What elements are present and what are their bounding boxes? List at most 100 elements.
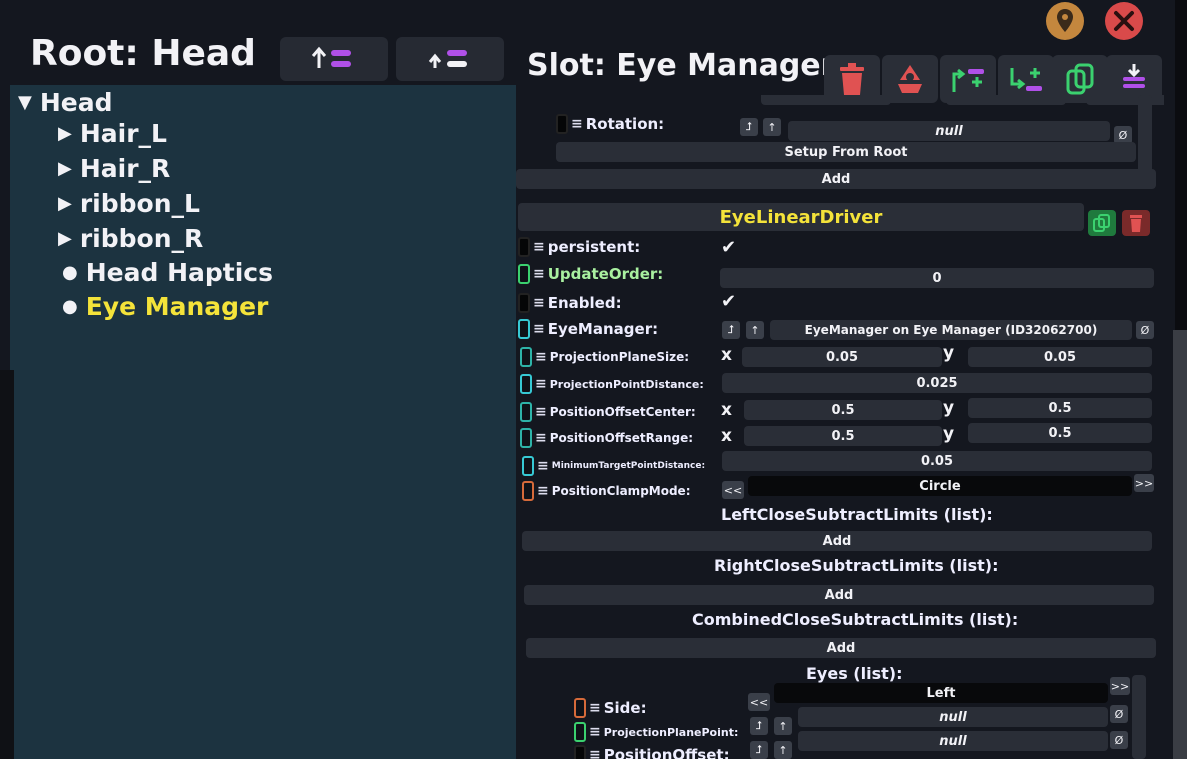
side-prev-button[interactable]: << xyxy=(748,693,770,711)
tree-item-head[interactable]: ▼ Head xyxy=(18,88,113,117)
field-type-icon xyxy=(518,264,530,284)
tree-item-head-haptics[interactable]: ● Head Haptics xyxy=(62,258,273,287)
drag-handle-icon: ≡ xyxy=(533,239,545,255)
rotation-jump-button[interactable]: ⮥ xyxy=(740,118,758,136)
drag-handle-icon: ≡ xyxy=(589,747,601,759)
persistent-label: persistent: xyxy=(547,238,641,256)
right-close-add-button[interactable]: Add xyxy=(524,585,1154,605)
position-offset-range-label-group: ≡ PositionOffsetRange: xyxy=(520,428,693,448)
eye-manager-null-button[interactable]: Ø xyxy=(1136,321,1154,339)
projection-point-distance-field[interactable]: 0.025 xyxy=(722,373,1152,393)
drag-handle-icon: ≡ xyxy=(535,376,547,392)
side-next-button[interactable]: >> xyxy=(1110,677,1130,695)
projection-plane-point-null-button[interactable]: Ø xyxy=(1110,705,1128,723)
tree-item-ribbon-r[interactable]: ▶ ribbon_R xyxy=(58,224,203,253)
root-set-button[interactable] xyxy=(396,37,504,81)
projection-plane-size-label: ProjectionPlaneSize: xyxy=(549,350,690,364)
clamp-mode-field[interactable]: Circle xyxy=(748,476,1132,496)
clamp-mode-label: PositionClampMode: xyxy=(551,484,691,498)
close-button[interactable] xyxy=(1105,2,1143,40)
close-icon xyxy=(1114,11,1134,31)
component-remove-button[interactable] xyxy=(1122,210,1150,236)
eye-manager-jump-button[interactable]: ⮥ xyxy=(722,321,740,339)
drag-handle-icon: ≡ xyxy=(589,700,601,716)
min-target-label-group: ≡ MinimumTargetPointDistance: xyxy=(522,456,705,476)
tree-item-ribbon-l[interactable]: ▶ ribbon_L xyxy=(58,189,200,218)
position-offset-center-x[interactable]: 0.5 xyxy=(744,400,942,420)
clamp-mode-label-group: ≡ PositionClampMode: xyxy=(522,481,691,501)
min-target-field[interactable]: 0.05 xyxy=(722,451,1152,471)
expand-right-icon: ▶ xyxy=(58,228,72,249)
rotation-up-button[interactable]: ↑ xyxy=(763,118,781,136)
position-offset-range-x[interactable]: 0.5 xyxy=(744,426,942,446)
component-header[interactable]: EyeLinearDriver xyxy=(518,203,1084,231)
tree-item-eye-manager[interactable]: ● Eye Manager xyxy=(62,292,268,321)
eye-manager-up-button[interactable]: ↑ xyxy=(746,321,764,339)
tree-item-label: Hair_L xyxy=(79,119,167,148)
tree-item-label: ribbon_R xyxy=(79,224,204,253)
expand-right-icon: ▶ xyxy=(58,158,72,179)
enabled-label-group: ≡ Enabled: xyxy=(518,293,622,313)
projection-plane-size-y[interactable]: 0.05 xyxy=(968,347,1152,367)
enabled-label: Enabled: xyxy=(547,294,622,312)
inspector-body: ≡ Rotation: ⮥ ↑ null Ø Setup From Root A… xyxy=(512,95,1164,759)
hierarchy-header: Root: Head xyxy=(10,25,506,87)
clamp-mode-prev-button[interactable]: << xyxy=(722,481,744,499)
combined-close-add-button[interactable]: Add xyxy=(526,638,1156,658)
arrow-up-list-icon xyxy=(311,46,351,68)
recycle-icon xyxy=(898,65,922,93)
eye-manager-label: EyeManager: xyxy=(547,320,659,338)
position-offset-null-button[interactable]: Ø xyxy=(1110,731,1128,749)
eye-manager-field[interactable]: EyeManager on Eye Manager (ID32062700) xyxy=(770,320,1132,340)
y-axis-label: y xyxy=(943,424,955,444)
hierarchy-tree xyxy=(10,85,516,759)
setup-from-root-button[interactable]: Setup From Root xyxy=(556,142,1136,162)
x-axis-label: x xyxy=(721,426,732,446)
drag-handle-icon: ≡ xyxy=(535,349,547,365)
clamp-mode-next-button[interactable]: >> xyxy=(1134,474,1154,492)
field-type-icon xyxy=(520,347,532,367)
x-axis-label: x xyxy=(721,400,732,420)
component-duplicate-button[interactable] xyxy=(1088,210,1116,236)
y-axis-label: y xyxy=(943,398,955,418)
position-offset-center-y[interactable]: 0.5 xyxy=(968,398,1152,418)
projection-plane-point-field[interactable]: null xyxy=(798,707,1108,727)
eyes-scrollbar[interactable] xyxy=(1132,675,1146,759)
projection-plane-size-x[interactable]: 0.05 xyxy=(742,347,942,367)
field-type-icon xyxy=(574,722,586,742)
eyes-list-title: Eyes (list): xyxy=(806,664,903,683)
expand-right-icon: ▶ xyxy=(58,123,72,144)
persistent-checkbox[interactable]: ✔ xyxy=(721,237,736,258)
tree-item-hair-r[interactable]: ▶ Hair_R xyxy=(58,154,170,183)
field-type-icon xyxy=(574,698,586,718)
update-order-field[interactable]: 0 xyxy=(720,268,1154,288)
upper-scrollbar[interactable] xyxy=(1138,95,1152,175)
position-offset-field[interactable]: null xyxy=(798,731,1108,751)
expand-right-icon: ▶ xyxy=(58,193,72,214)
field-type-icon xyxy=(520,402,532,422)
position-offset-center-label-group: ≡ PositionOffsetCenter: xyxy=(520,402,696,422)
side-label: Side: xyxy=(603,699,647,717)
projection-point-distance-label-group: ≡ ProjectionPointDistance: xyxy=(520,374,704,394)
projection-plane-point-jump-button[interactable]: ⮥ xyxy=(750,717,768,735)
pin-button[interactable] xyxy=(1046,2,1084,40)
upper-add-button[interactable]: Add xyxy=(516,169,1156,189)
rotation-label-group: ≡ Rotation: xyxy=(556,114,664,134)
enabled-checkbox[interactable]: ✔ xyxy=(721,291,736,312)
field-type-icon xyxy=(574,745,586,759)
position-offset-range-y[interactable]: 0.5 xyxy=(968,423,1152,443)
drag-handle-icon: ≡ xyxy=(571,116,583,132)
tree-item-hair-l[interactable]: ▶ Hair_L xyxy=(58,119,167,148)
position-offset-up-button[interactable]: ↑ xyxy=(774,741,792,759)
expand-down-icon: ▼ xyxy=(18,92,32,113)
side-field[interactable]: Left xyxy=(774,683,1108,703)
root-up-button[interactable] xyxy=(280,37,388,81)
left-edge xyxy=(0,370,14,759)
position-offset-label-group: ≡ PositionOffset: xyxy=(574,745,730,759)
left-close-add-button[interactable]: Add xyxy=(522,531,1152,551)
left-close-list-title: LeftCloseSubtractLimits (list): xyxy=(721,505,993,524)
rotation-field[interactable]: null xyxy=(788,121,1110,141)
position-offset-jump-button[interactable]: ⮥ xyxy=(750,741,768,759)
projection-plane-point-up-button[interactable]: ↑ xyxy=(774,717,792,735)
leaf-dot-icon: ● xyxy=(62,296,78,317)
